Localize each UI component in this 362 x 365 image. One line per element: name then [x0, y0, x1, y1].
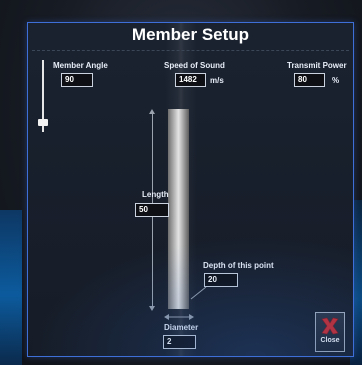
depth-pointer-line [190, 286, 207, 300]
length-arrow-bottom-icon [149, 306, 155, 311]
member-setup-dialog: Member Setup Member Angle 90 Speed of So… [27, 22, 354, 357]
depth-input[interactable]: 20 [204, 273, 238, 287]
close-x-icon [321, 317, 339, 335]
transmit-power-unit: % [332, 76, 340, 85]
speed-of-sound-label: Speed of Sound [164, 61, 225, 70]
length-label: Length [142, 190, 169, 199]
depth-label: Depth of this point [203, 261, 274, 270]
member-angle-label: Member Angle [53, 61, 108, 70]
length-input[interactable]: 50 [135, 203, 169, 217]
dialog-title: Member Setup [131, 25, 250, 44]
member-angle-input[interactable]: 90 [61, 73, 93, 87]
diameter-input[interactable]: 2 [163, 335, 196, 349]
close-button-label: Close [320, 337, 340, 344]
close-button[interactable]: Close [315, 312, 345, 352]
member-angle-slider-thumb[interactable] [38, 119, 48, 126]
transmit-power-input[interactable]: 80 [294, 73, 325, 87]
member-pipe [168, 109, 189, 309]
transmit-power-label: Transmit Power [287, 61, 347, 70]
speed-of-sound-unit: m/s [210, 76, 224, 85]
length-arrow-top-icon [149, 109, 155, 114]
speed-of-sound-input[interactable]: 1482 [175, 73, 206, 87]
diameter-label: Diameter [164, 323, 199, 332]
background-glow-left [0, 210, 22, 365]
title-divider [32, 50, 349, 51]
diameter-arrow-icon [164, 314, 194, 320]
